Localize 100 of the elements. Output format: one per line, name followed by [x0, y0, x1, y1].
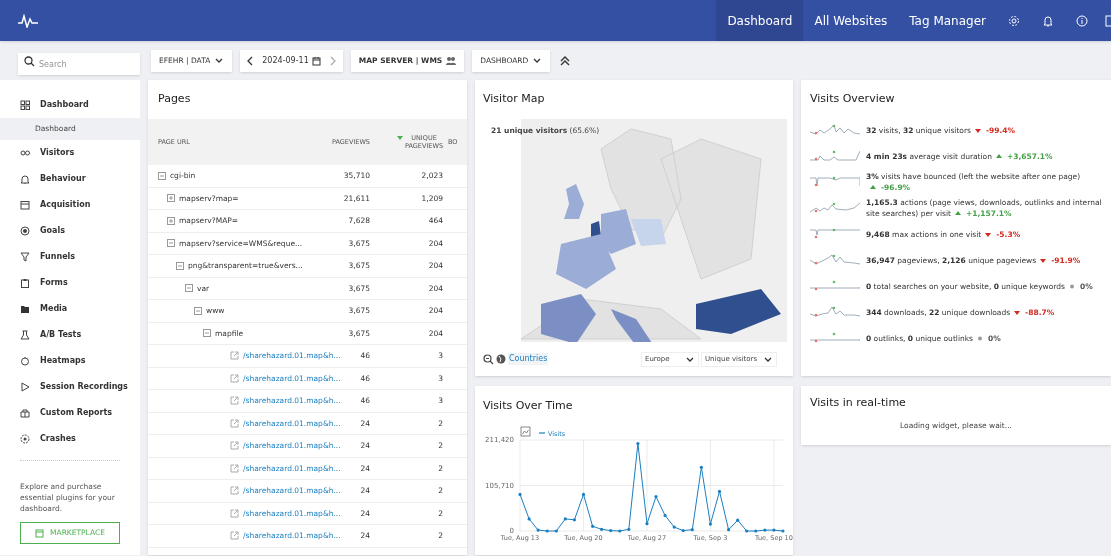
info-icon[interactable]: [1076, 14, 1088, 27]
data-point[interactable]: [636, 442, 640, 446]
chart-type-icon[interactable]: [520, 426, 531, 437]
external-link-icon[interactable]: [230, 441, 239, 451]
data-point[interactable]: [645, 522, 649, 526]
sidebar-item[interactable]: Forms: [40, 277, 68, 289]
store-icon: [35, 528, 45, 538]
card-title: Pages: [157, 91, 192, 108]
data-point[interactable]: [609, 529, 613, 533]
data-point[interactable]: [663, 513, 667, 518]
sidebar-item[interactable]: Funnels: [40, 251, 76, 263]
data-point[interactable]: [690, 528, 694, 532]
calendar-icon: [311, 55, 321, 66]
gear-icon: [20, 434, 30, 444]
expand-icon[interactable]: [167, 194, 175, 203]
data-point[interactable]: [518, 492, 522, 496]
clipboard-icon: [20, 278, 30, 288]
external-link-icon[interactable]: [230, 508, 239, 518]
arrow-down-icon: [1040, 257, 1047, 263]
target-icon: [20, 226, 30, 236]
countries-link[interactable]: Countries: [508, 353, 549, 365]
data-point[interactable]: [618, 529, 622, 533]
chevron-down-icon: [685, 355, 695, 363]
card-title: Visits Over Time: [482, 398, 574, 415]
sidebar-item[interactable]: Behaviour: [40, 173, 86, 185]
arrow-down-icon: [974, 127, 981, 133]
data-point[interactable]: [745, 529, 749, 533]
dot-icon: [1068, 283, 1075, 289]
bell-icon[interactable]: [1042, 14, 1054, 27]
chevron-down-icon: [214, 56, 225, 65]
external-link-icon[interactable]: [230, 351, 239, 361]
collapse-icon[interactable]: [560, 55, 571, 66]
data-point[interactable]: [708, 522, 712, 526]
sidebar-item[interactable]: A/B Tests: [40, 329, 82, 341]
search-icon: [24, 55, 35, 67]
next-period-icon[interactable]: [328, 55, 337, 66]
sparkline-drawing: [810, 150, 860, 162]
arrow-up-icon: [870, 185, 876, 190]
external-link-icon[interactable]: [230, 418, 239, 428]
nav-link[interactable]: Dashboard: [716, 0, 804, 41]
data-point[interactable]: [600, 527, 604, 531]
settings-icon[interactable]: [1008, 14, 1020, 27]
arrow-up-icon: [955, 211, 961, 216]
data-point[interactable]: [591, 524, 595, 528]
data-point[interactable]: [781, 529, 785, 533]
logo-icon: [18, 13, 38, 28]
chevron-down-icon: [532, 56, 543, 65]
data-point[interactable]: [772, 528, 776, 532]
sidebar-item[interactable]: Acquisition: [40, 199, 91, 211]
arrow-down-icon: [985, 231, 992, 237]
globe-icon: [496, 354, 506, 364]
data-point[interactable]: [545, 529, 549, 533]
sidebar-item[interactable]: Dashboard: [40, 99, 89, 111]
sidebar-item[interactable]: Goals: [40, 225, 65, 237]
play-icon: [20, 382, 30, 392]
external-link-icon[interactable]: [230, 486, 239, 496]
data-point[interactable]: [699, 465, 703, 469]
external-link-icon[interactable]: [230, 463, 239, 473]
link-icon: [20, 148, 30, 158]
data-point[interactable]: [736, 518, 740, 522]
sidebar-item[interactable]: Media: [40, 303, 68, 315]
date-button[interactable]: 2024-09-11: [262, 54, 321, 67]
sidebar-item[interactable]: Visitors: [40, 147, 75, 159]
data-point[interactable]: [763, 528, 767, 532]
calendar-icon: [20, 200, 30, 210]
nav-link[interactable]: All Websites: [803, 0, 899, 41]
columns-icon: [20, 408, 30, 418]
sparkline-drawing: [810, 124, 860, 136]
data-point[interactable]: [572, 518, 576, 522]
circle-icon: [20, 356, 30, 366]
data-point[interactable]: [681, 529, 685, 533]
sparkline-drawing: [810, 332, 860, 344]
data-point[interactable]: [717, 489, 722, 493]
data-point[interactable]: [554, 529, 558, 533]
bell-icon: [20, 174, 30, 184]
external-link-icon[interactable]: [230, 531, 239, 541]
sidebar-item[interactable]: Crashes: [40, 433, 76, 445]
previous-period-icon[interactable]: [246, 55, 255, 66]
sidebar-item[interactable]: Custom Reports: [40, 407, 113, 419]
data-point[interactable]: [627, 527, 631, 531]
sparkline-drawing: [810, 228, 860, 240]
funnel-icon: [20, 252, 30, 262]
sort-arrow-icon: [397, 136, 403, 140]
nav-link[interactable]: Tag Manager: [898, 0, 997, 41]
search-field[interactable]: Search: [18, 53, 140, 75]
data-point[interactable]: [754, 529, 758, 533]
zoom-out-icon[interactable]: [483, 353, 494, 365]
expand-icon[interactable]: [167, 216, 175, 225]
external-link-icon[interactable]: [230, 373, 239, 383]
data-point[interactable]: [727, 528, 731, 532]
data-point[interactable]: [536, 528, 540, 532]
data-point[interactable]: [527, 517, 531, 521]
sidebar-item[interactable]: Session Recordings: [40, 381, 128, 393]
users-icon: [446, 55, 457, 66]
external-link-icon[interactable]: [230, 396, 239, 406]
data-point[interactable]: [563, 517, 567, 521]
data-point[interactable]: [581, 492, 586, 496]
data-point[interactable]: [672, 525, 676, 529]
data-point[interactable]: [654, 495, 658, 499]
sidebar-item[interactable]: Heatmaps: [40, 355, 86, 367]
